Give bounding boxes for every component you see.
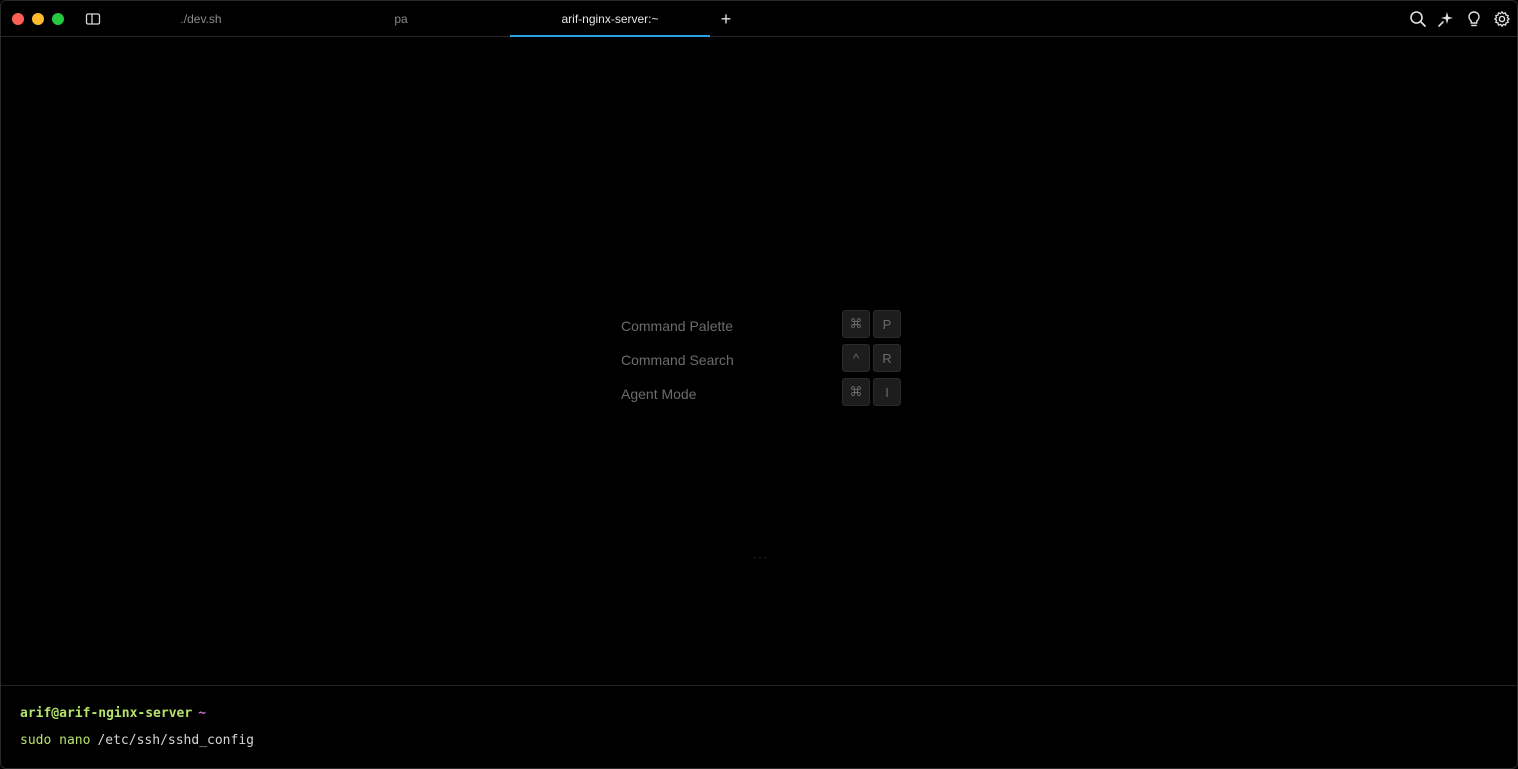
- tab-label: pa: [394, 12, 408, 26]
- command-input[interactable]: sudo nano/etc/ssh/sshd_config: [20, 733, 254, 748]
- tab-bar: ./dev.sh pa arif-nginx-server:~ +: [1, 1, 1517, 37]
- tab-label: ./dev.sh: [180, 12, 222, 26]
- key-cap: R: [873, 344, 901, 372]
- command-arguments: /etc/ssh/sshd_config: [97, 733, 254, 748]
- hint-command-palette: Command Palette ⌘ P: [621, 309, 903, 343]
- terminal-window: ./dev.sh pa arif-nginx-server:~ + Comman…: [0, 0, 1518, 769]
- hint-label: Agent Mode: [621, 386, 697, 402]
- key-cap: ⌘: [842, 378, 870, 406]
- sidebar-toggle-icon[interactable]: [85, 11, 101, 27]
- key-combo: ⌘ P: [842, 310, 901, 338]
- key-cap: P: [873, 310, 901, 338]
- command-executable: sudo nano: [20, 733, 91, 748]
- key-combo: ^ R: [842, 344, 901, 372]
- key-cap: ⌘: [842, 310, 870, 338]
- search-icon[interactable]: [1409, 10, 1427, 28]
- toolbar-icons: [1409, 10, 1511, 28]
- tab-arif-nginx-server[interactable]: arif-nginx-server:~: [510, 1, 710, 37]
- gear-icon[interactable]: [1493, 10, 1511, 28]
- tab-label: arif-nginx-server:~: [561, 12, 659, 26]
- hint-command-search: Command Search ^ R: [621, 343, 903, 377]
- prompt-cwd: ~: [198, 706, 207, 721]
- command-input-block[interactable]: arif@arif-nginx-server ~ sudo nano/etc/ss…: [1, 685, 1517, 768]
- new-tab-button[interactable]: +: [717, 10, 735, 28]
- prompt-line: arif@arif-nginx-server ~: [20, 706, 206, 721]
- tab-pa[interactable]: pa: [301, 1, 501, 37]
- maximize-window-button[interactable]: [52, 13, 64, 25]
- key-cap: ^: [842, 344, 870, 372]
- lightbulb-icon[interactable]: [1465, 10, 1483, 28]
- key-cap: I: [873, 378, 901, 406]
- prompt-user-host: arif@arif-nginx-server: [20, 706, 193, 721]
- ellipsis-icon: ···: [753, 550, 768, 564]
- hint-label: Command Search: [621, 352, 734, 368]
- hint-label: Command Palette: [621, 318, 734, 334]
- hint-agent-mode: Agent Mode ⌘ I: [621, 377, 903, 411]
- key-combo: ⌘ I: [842, 378, 901, 406]
- minimize-window-button[interactable]: [32, 13, 44, 25]
- tab-dev-sh[interactable]: ./dev.sh: [101, 1, 301, 37]
- close-window-button[interactable]: [12, 13, 24, 25]
- ai-sparkle-icon[interactable]: [1437, 10, 1455, 28]
- shortcut-hints: Command Palette ⌘ P Command Search ^ R A…: [621, 309, 903, 411]
